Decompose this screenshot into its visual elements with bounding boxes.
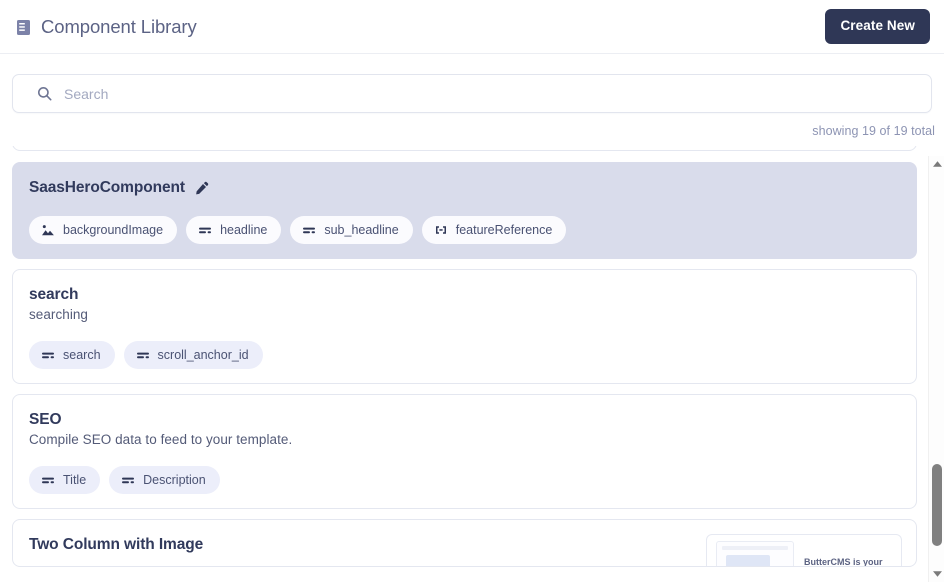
field-pill-label: scroll_anchor_id	[157, 347, 249, 362]
pencil-icon[interactable]	[194, 181, 209, 196]
search-input[interactable]	[64, 85, 919, 102]
chevron-down-icon	[932, 571, 942, 577]
chevron-up-icon	[932, 161, 942, 167]
thumbnail-preview-image	[716, 541, 794, 566]
field-pill-label: headline	[220, 222, 268, 237]
component-thumbnail: ButterCMS is your	[706, 534, 902, 567]
component-card-two-column-with-image[interactable]: Two Column with Image ButterCMS is your	[12, 519, 917, 567]
field-pill-label: Title	[63, 472, 87, 487]
image-icon	[42, 225, 54, 236]
app-header: Component Library Create New	[0, 0, 944, 54]
field-pill-row: backgroundImage headline sub_headline fe…	[29, 216, 900, 244]
field-pill-title[interactable]: Title	[29, 466, 101, 494]
component-card-search[interactable]: search searching search scroll_anchor_id	[12, 269, 917, 384]
component-name: SEO	[29, 411, 62, 428]
component-list: feature_list feature_items SaasHeroCo	[0, 146, 929, 567]
component-name: search	[29, 286, 79, 303]
field-pill-backgroundimage[interactable]: backgroundImage	[29, 216, 178, 244]
header-brand: Component Library	[16, 16, 197, 38]
card-title-row: SEO	[29, 411, 900, 429]
field-pill-search[interactable]: search	[29, 341, 115, 369]
field-pill-scroll-anchor-id[interactable]: scroll_anchor_id	[123, 341, 263, 369]
scroll-up-button[interactable]	[929, 156, 944, 172]
page-title: Component Library	[41, 15, 197, 37]
vertical-scrollbar[interactable]	[928, 156, 944, 582]
search-icon	[37, 86, 52, 101]
scrollbar-thumb[interactable]	[932, 464, 942, 546]
field-pill-row: Title Description	[29, 466, 900, 494]
component-card-saasherocomponent[interactable]: SaasHeroComponent backgroundImage headli…	[12, 162, 917, 259]
card-title-row: Two Column with Image	[29, 536, 203, 554]
results-summary: showing 19 of 19 total	[812, 124, 935, 138]
component-list-viewport: feature_list feature_items SaasHeroCo	[0, 146, 944, 582]
field-pill-label: sub_headline	[324, 222, 399, 237]
component-description: searching	[29, 307, 88, 322]
field-pill-sub-headline[interactable]: sub_headline	[290, 216, 413, 244]
field-pill-label: featureReference	[455, 222, 553, 237]
text-icon	[136, 352, 149, 359]
card-title-row: SaasHeroComponent	[29, 179, 900, 197]
card-body: Two Column with Image ButterCMS is your	[29, 534, 902, 567]
field-pill-label: search	[63, 347, 101, 362]
component-description: Compile SEO data to feed to your templat…	[29, 432, 293, 447]
book-icon	[17, 19, 30, 35]
component-card-seo[interactable]: SEO Compile SEO data to feed to your tem…	[12, 394, 917, 509]
component-name: Two Column with Image	[29, 536, 204, 553]
scroll-down-button[interactable]	[929, 566, 944, 582]
search-bar[interactable]	[12, 74, 932, 113]
component-name: SaasHeroComponent	[29, 179, 185, 196]
field-pill-label: backgroundImage	[63, 222, 164, 237]
component-card[interactable]: feature_list feature_items	[12, 146, 917, 151]
reference-icon	[435, 226, 446, 234]
card-title-row: search	[29, 286, 900, 304]
field-pill-description[interactable]: Description	[109, 466, 220, 494]
text-icon	[42, 477, 54, 484]
text-icon	[199, 227, 212, 234]
field-pill-label: Description	[143, 472, 206, 487]
field-pill-featurereference[interactable]: featureReference	[421, 216, 567, 244]
field-pill-headline[interactable]: headline	[186, 216, 282, 244]
text-icon	[303, 227, 316, 234]
create-new-button[interactable]: Create New	[825, 9, 930, 44]
thumbnail-caption: ButterCMS is your	[804, 557, 883, 567]
field-pill-row: search scroll_anchor_id	[29, 341, 900, 369]
text-icon	[42, 352, 54, 359]
text-icon	[122, 477, 135, 484]
